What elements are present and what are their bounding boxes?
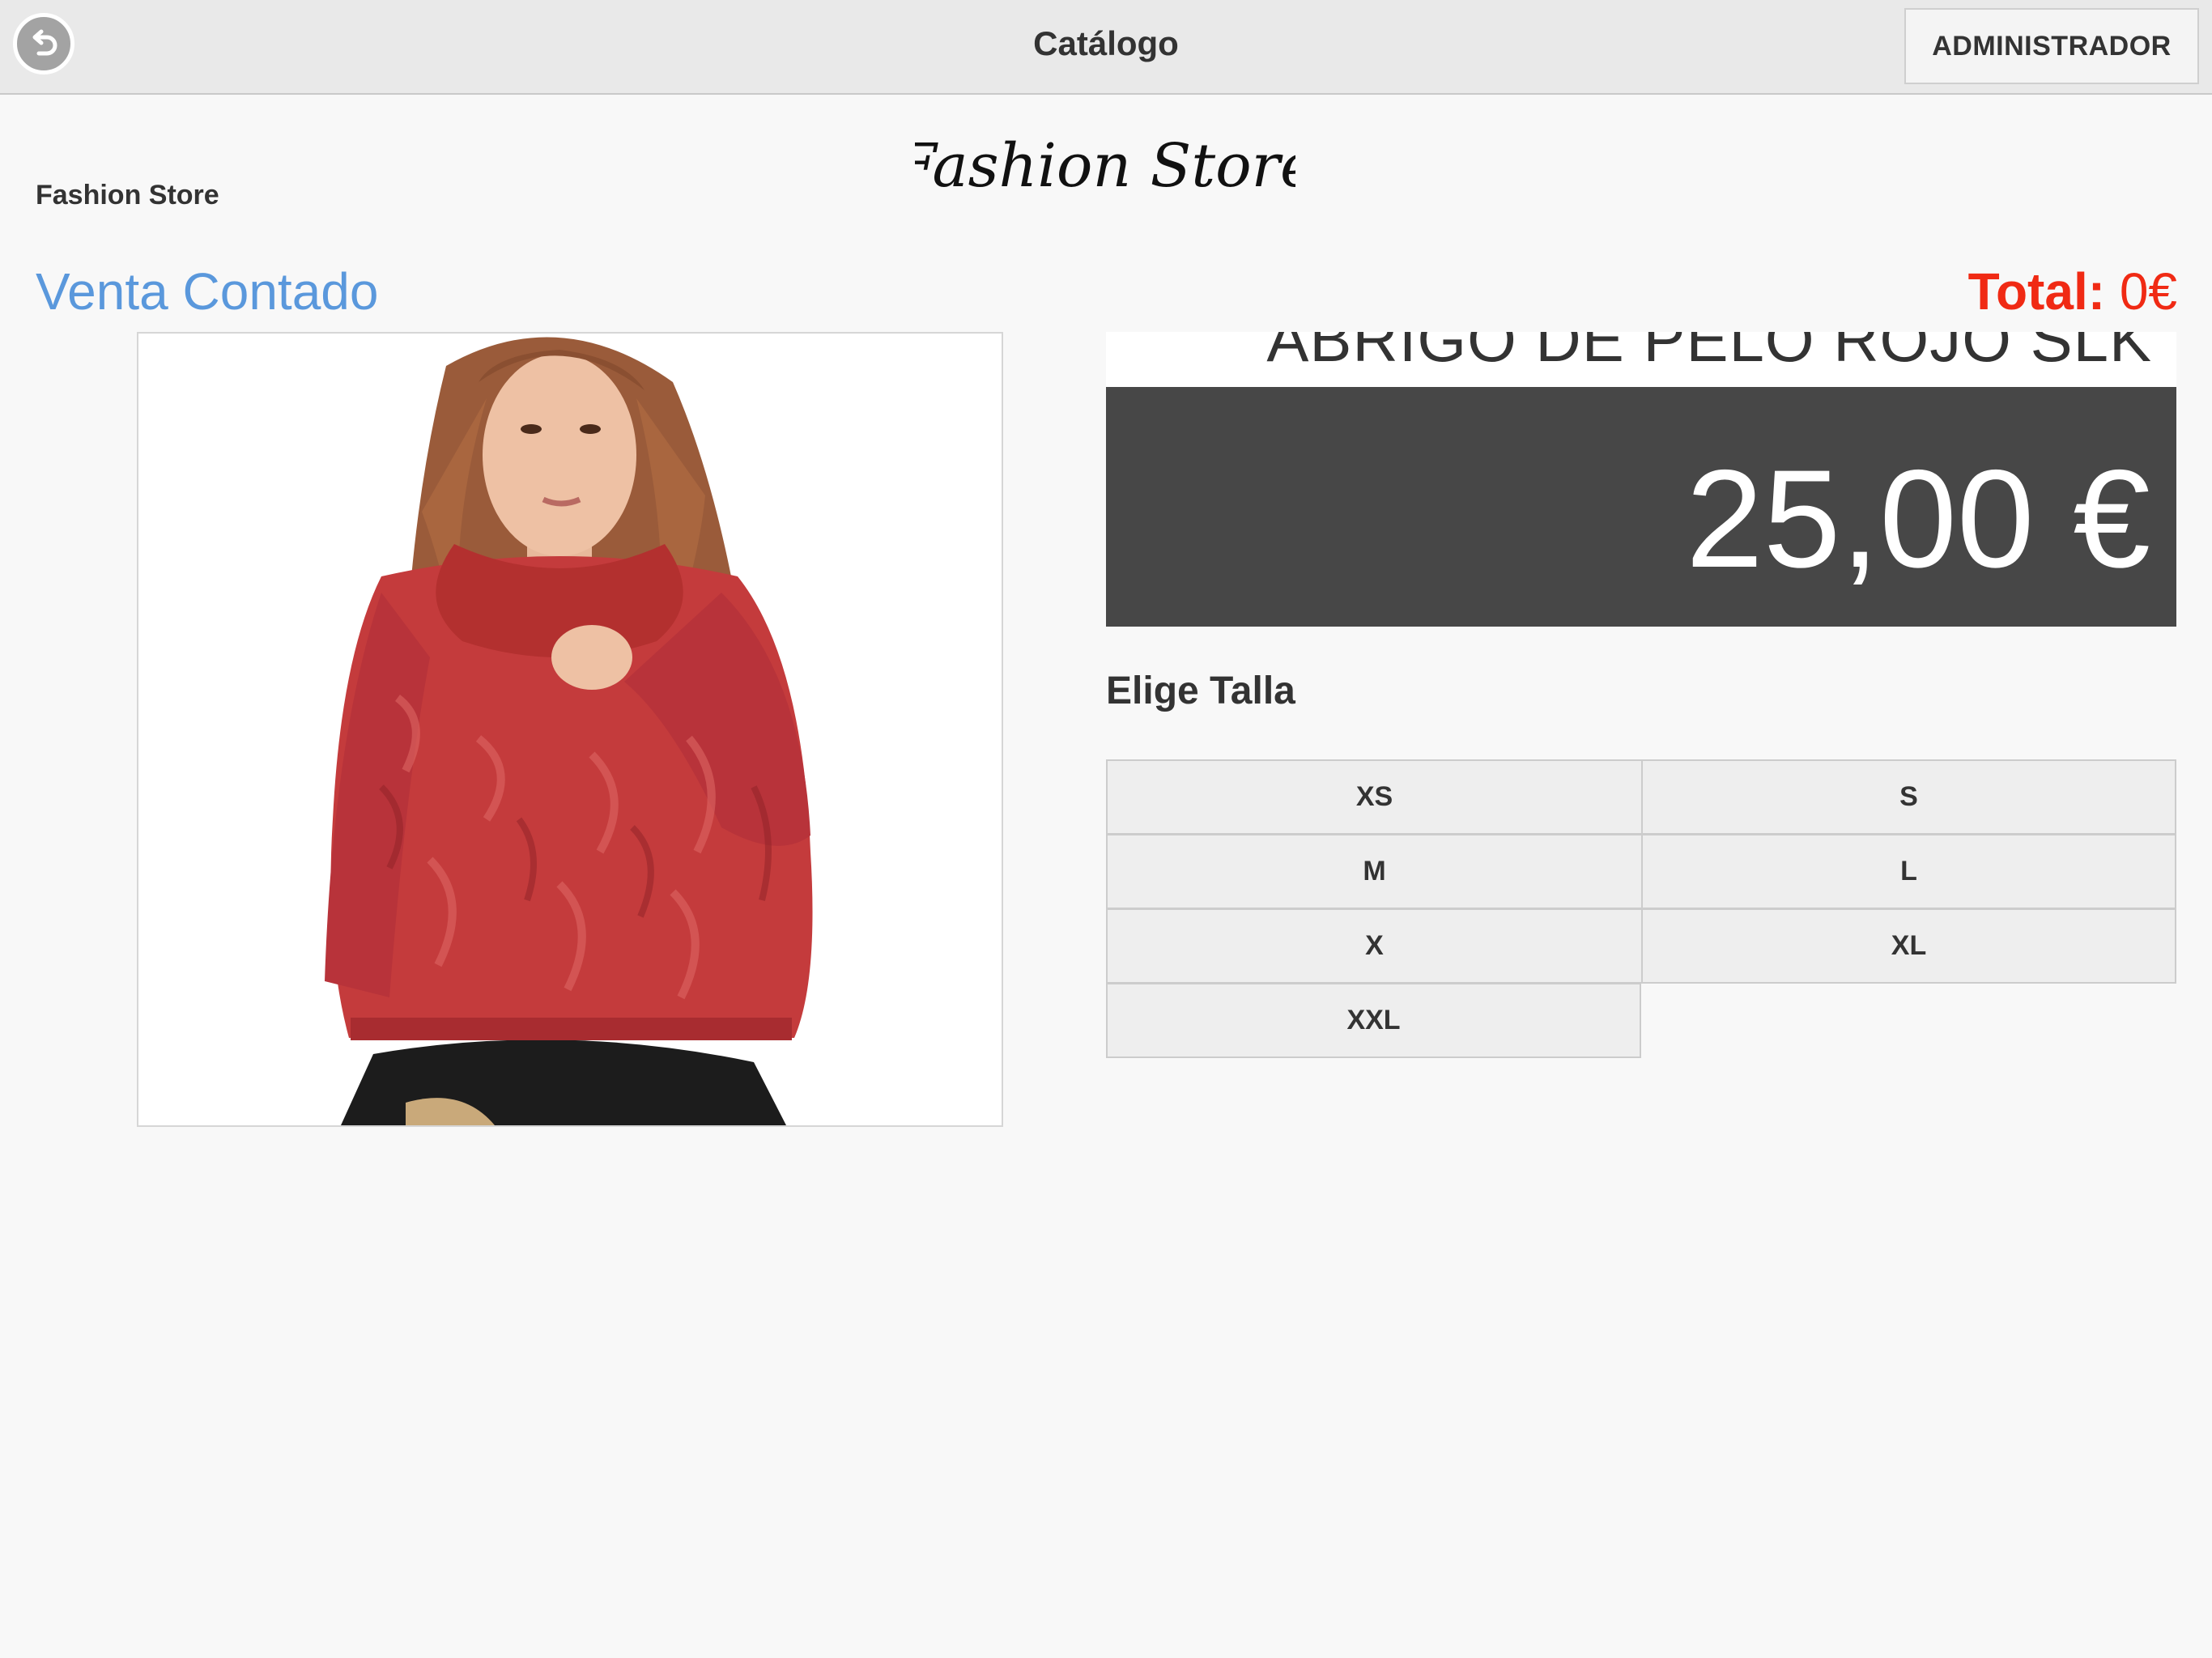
size-button-l[interactable]: L: [1641, 834, 2176, 909]
cart-total: Total: 0€: [1968, 261, 2177, 321]
store-name: Fashion Store: [36, 180, 219, 210]
size-button-xs[interactable]: XS: [1106, 759, 1643, 835]
product-name: ABRIGO DE PELO ROJO SLK: [1266, 332, 2152, 375]
page-title: Catálogo: [1033, 24, 1179, 62]
size-button-xl[interactable]: XL: [1641, 908, 2176, 984]
total-label: Total:: [1967, 262, 2106, 321]
price-display: 25,00 €: [1106, 387, 2176, 627]
product-price: 25,00 €: [1686, 441, 2150, 597]
size-button-m[interactable]: M: [1106, 834, 1643, 909]
product-image: [137, 332, 1003, 1127]
size-heading: Elige Talla: [1106, 670, 1295, 712]
size-button-x[interactable]: X: [1106, 908, 1643, 984]
product-name-strip: ABRIGO DE PELO ROJO SLK: [1106, 332, 2176, 387]
administrator-button[interactable]: ADMINISTRADOR: [1904, 8, 2199, 84]
svg-text:Fashion Store: Fashion Store: [915, 131, 1295, 201]
size-button-xxl[interactable]: XXL: [1106, 983, 1641, 1058]
store-logo: Fashion Store: [915, 131, 1295, 201]
total-value: 0€: [2119, 262, 2177, 321]
product-photo-illustration: [138, 334, 1002, 1125]
sale-mode-label[interactable]: Venta Contado: [36, 261, 378, 321]
size-button-s[interactable]: S: [1641, 759, 2176, 835]
top-navigation-bar: Catálogo ADMINISTRADOR: [0, 0, 2212, 95]
